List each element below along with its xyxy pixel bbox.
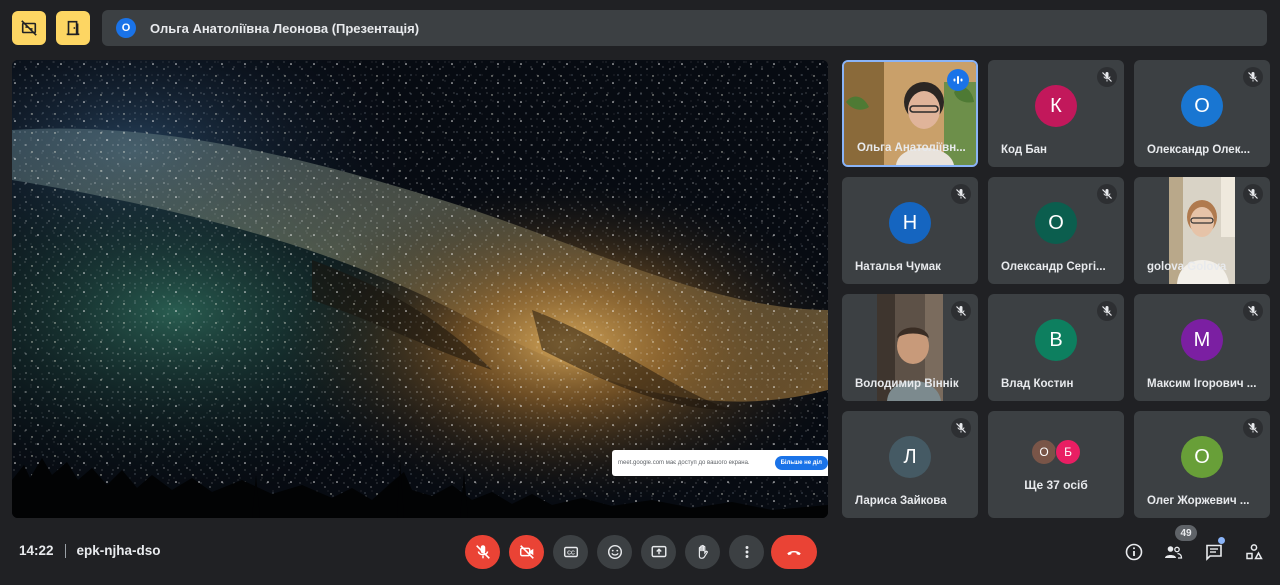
participant-avatar: Б — [1055, 439, 1081, 465]
participant-name: Максим Ігорович ... — [1147, 378, 1257, 390]
presentation-stage[interactable]: meet.google.com має доступ до вашого екр… — [12, 60, 828, 518]
captions-off-button[interactable] — [12, 11, 46, 45]
present-now-button[interactable] — [641, 535, 676, 569]
mic-muted-indicator — [1243, 184, 1263, 204]
participant-name: Влад Костин — [1001, 378, 1074, 390]
camera-off-icon — [519, 545, 534, 559]
unread-chat-dot — [1218, 537, 1225, 544]
mic-off-icon — [475, 545, 490, 559]
raise-hand-button[interactable] — [685, 535, 720, 569]
more-options-button[interactable] — [729, 535, 764, 569]
screen-share-notice-text: meet.google.com має доступ до вашого екр… — [618, 460, 750, 466]
participant-avatar: О — [1031, 439, 1057, 465]
mic-off-icon — [1102, 306, 1112, 316]
mic-off-icon — [956, 189, 966, 199]
mic-muted-indicator — [951, 184, 971, 204]
captions-button[interactable]: CC — [553, 535, 588, 569]
mic-off-icon — [1248, 189, 1258, 199]
leave-call-button[interactable] — [771, 535, 817, 569]
speaking-indicator — [947, 69, 969, 91]
more-vert-icon — [745, 546, 748, 558]
mic-muted-indicator — [1243, 301, 1263, 321]
participant-avatar: Л — [889, 436, 931, 478]
participant-name: Ольга Анатоліївн... — [857, 142, 966, 154]
participant-tile[interactable]: К Код Бан — [988, 60, 1124, 167]
participant-name: Код Бан — [1001, 144, 1047, 156]
chat-icon — [1206, 544, 1222, 561]
mic-off-icon — [956, 306, 966, 316]
participant-name: Олександр Сергі... — [1001, 261, 1106, 273]
people-count-badge: 49 — [1175, 525, 1197, 541]
stop-sharing-notice-button[interactable]: Більше не діл — [774, 456, 828, 470]
mic-muted-indicator — [951, 418, 971, 438]
mic-muted-indicator — [1097, 301, 1117, 321]
mic-muted-indicator — [1243, 418, 1263, 438]
phone-hangup-icon — [787, 550, 801, 556]
participant-tile[interactable]: М Максим Ігорович ... — [1134, 294, 1270, 401]
participant-avatar: О — [1181, 436, 1223, 478]
participant-tile[interactable]: О Олег Жоржевич ... — [1134, 411, 1270, 518]
raise-hand-icon — [698, 544, 708, 559]
more-participants-avatars: О Б — [1031, 439, 1081, 465]
participant-name: Олег Жоржевич ... — [1147, 495, 1250, 507]
participant-tile[interactable]: О Олександр Сергі... — [988, 177, 1124, 284]
presenter-label: Ольга Анатоліївна Леонова (Презентація) — [150, 20, 420, 36]
audio-level-icon — [953, 76, 963, 84]
mic-muted-indicator — [1243, 67, 1263, 87]
reactions-button[interactable] — [597, 535, 632, 569]
participant-name: Олександр Олек... — [1147, 144, 1251, 156]
mic-off-icon — [1102, 189, 1112, 199]
participant-tile[interactable]: Н Наталья Чумак — [842, 177, 978, 284]
no-captions-icon — [21, 20, 37, 36]
participant-tile[interactable]: Ольга Анатоліївн... — [842, 60, 978, 167]
mic-muted-indicator — [1097, 184, 1117, 204]
participant-avatar: В — [1035, 319, 1077, 361]
more-participants-label: Ще 37 осіб — [1024, 478, 1088, 492]
mic-off-icon — [1248, 423, 1258, 433]
mic-toggle-button[interactable] — [465, 535, 500, 569]
captions-icon: CC — [563, 546, 578, 558]
participant-avatar: Н — [889, 202, 931, 244]
divider — [64, 543, 66, 558]
meeting-time: 14:22 — [19, 543, 54, 558]
info-icon — [1125, 543, 1143, 561]
participant-tile[interactable]: В Влад Костин — [988, 294, 1124, 401]
mic-muted-indicator — [1097, 67, 1117, 87]
chat-button[interactable] — [1203, 541, 1225, 563]
participant-avatar: О — [1181, 85, 1223, 127]
presenter-avatar: О — [116, 18, 136, 38]
mic-off-icon — [1102, 72, 1112, 82]
participant-tile[interactable]: О Олександр Олек... — [1134, 60, 1270, 167]
emoji-icon — [607, 544, 622, 560]
participant-name: Лариса Зайкова — [855, 495, 947, 507]
participant-name: Володимир Віннік — [855, 378, 959, 390]
present-screen-icon — [651, 545, 666, 558]
door-exit-icon — [66, 20, 80, 36]
mic-off-icon — [1248, 306, 1258, 316]
activities-button[interactable] — [1243, 541, 1265, 563]
meeting-info-button[interactable] — [1123, 541, 1145, 563]
people-icon — [1165, 546, 1183, 559]
participant-avatar: К — [1035, 85, 1077, 127]
participant-avatar: М — [1181, 319, 1223, 361]
meeting-details: 14:22 epk-njha-dso — [19, 543, 161, 558]
participant-tile[interactable]: Л Лариса Зайкова — [842, 411, 978, 518]
svg-text:CC: CC — [567, 550, 575, 556]
activities-icon — [1246, 544, 1263, 560]
mic-off-icon — [956, 423, 966, 433]
presenter-bar[interactable]: О Ольга Анатоліївна Леонова (Презентація… — [102, 10, 1267, 46]
participant-name: golova Golova — [1147, 261, 1227, 273]
screen-share-notice: meet.google.com має доступ до вашого екр… — [612, 450, 828, 476]
exit-fullscreen-button[interactable] — [56, 11, 90, 45]
participant-tile[interactable]: Володимир Віннік — [842, 294, 978, 401]
more-participants-tile[interactable]: О Б Ще 37 осіб — [988, 411, 1124, 518]
mic-off-icon — [1248, 72, 1258, 82]
people-button[interactable] — [1162, 541, 1184, 563]
participant-avatar: О — [1035, 202, 1077, 244]
participant-name: Наталья Чумак — [855, 261, 941, 273]
camera-toggle-button[interactable] — [509, 535, 544, 569]
participant-tile[interactable]: golova Golova — [1134, 177, 1270, 284]
meeting-code: epk-njha-dso — [76, 543, 161, 558]
mic-muted-indicator — [951, 301, 971, 321]
